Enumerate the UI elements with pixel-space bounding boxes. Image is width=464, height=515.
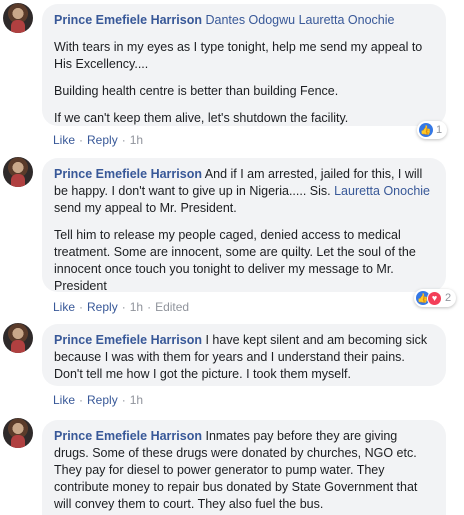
comment-bubble: Prince Emefiele Harrison And if I am arr… xyxy=(42,158,446,293)
mention-link[interactable]: Dantes Odogwu Lauretta Onochie xyxy=(205,13,394,27)
reaction-count: 2 xyxy=(445,292,452,304)
comment-text: Building health centre is better than bu… xyxy=(54,84,339,98)
comment-bubble: Prince Emefiele Harrison Dantes Odogwu L… xyxy=(42,4,446,126)
author-name[interactable]: Prince Emefiele Harrison xyxy=(54,13,202,27)
author-name[interactable]: Prince Emefiele Harrison xyxy=(54,167,202,181)
comment-text: Tell him to release my people caged, den… xyxy=(54,228,416,293)
avatar[interactable] xyxy=(3,323,33,353)
timestamp[interactable]: 1h xyxy=(130,393,143,407)
like-button[interactable]: Like xyxy=(53,393,75,407)
like-button[interactable]: Like xyxy=(53,300,75,314)
mention-link[interactable]: Lauretta Onochie xyxy=(334,184,430,198)
comment-actions: Like · Reply · 1h · Edited xyxy=(53,300,190,314)
reply-button[interactable]: Reply xyxy=(87,133,118,147)
like-icon: 👍 xyxy=(419,123,433,137)
reaction-summary[interactable]: 👍 ♥ 2 xyxy=(414,289,457,307)
love-icon: ♥ xyxy=(427,290,442,306)
timestamp[interactable]: 1h xyxy=(130,133,143,147)
comment-actions: Like · Reply · 1h xyxy=(53,133,144,147)
timestamp[interactable]: 1h xyxy=(130,300,143,314)
comment-bubble: Prince Emefiele Harrison I have kept sil… xyxy=(42,324,446,386)
comment-text: send my appeal to Mr. President. xyxy=(54,201,237,215)
author-name[interactable]: Prince Emefiele Harrison xyxy=(54,333,202,347)
comment-bubble: Prince Emefiele Harrison Inmates pay bef… xyxy=(42,420,446,515)
edited-label[interactable]: Edited xyxy=(155,300,189,314)
comment-text: If we can't keep them alive, let's shutd… xyxy=(54,111,349,125)
comment-actions: Like · Reply · 1h xyxy=(53,393,144,407)
avatar[interactable] xyxy=(3,157,33,187)
author-name[interactable]: Prince Emefiele Harrison xyxy=(54,429,202,443)
reaction-count: 1 xyxy=(436,124,443,136)
like-button[interactable]: Like xyxy=(53,133,75,147)
reaction-summary[interactable]: 👍 1 xyxy=(417,121,448,139)
avatar[interactable] xyxy=(3,3,33,33)
comment-text: With tears in my eyes as I type tonight,… xyxy=(54,40,423,71)
avatar[interactable] xyxy=(3,418,33,448)
reply-button[interactable]: Reply xyxy=(87,393,118,407)
reply-button[interactable]: Reply xyxy=(87,300,118,314)
